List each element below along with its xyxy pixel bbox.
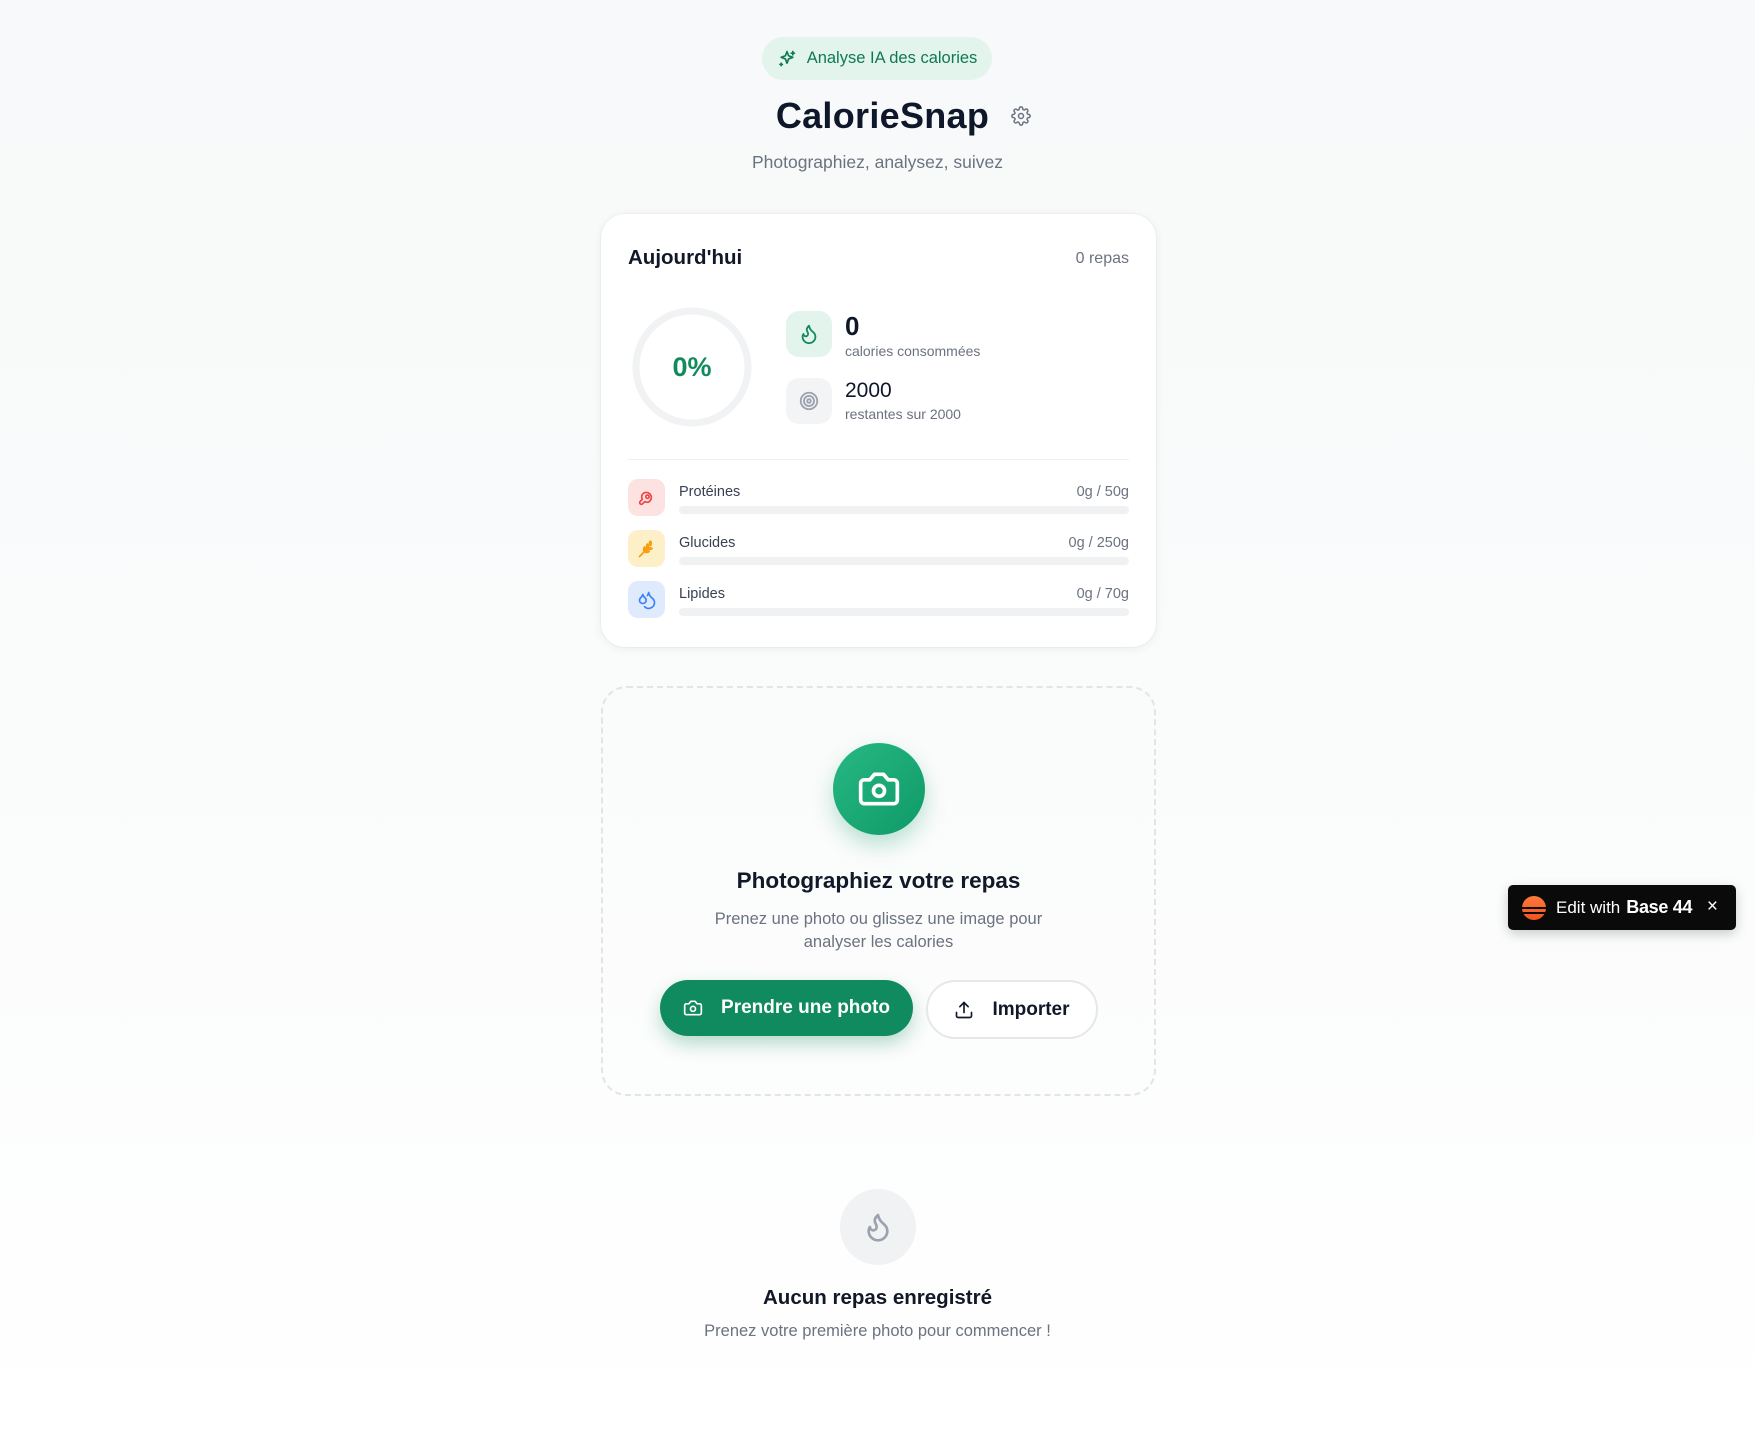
empty-state-title: Aucun repas enregistré bbox=[763, 1286, 992, 1309]
title-row: CalorieSnap bbox=[0, 95, 1755, 137]
base44-logo-icon bbox=[1522, 895, 1546, 920]
meat-icon bbox=[628, 479, 665, 516]
page: Analyse IA des calories CalorieSnap Phot… bbox=[0, 0, 1755, 1434]
droplets-icon bbox=[628, 581, 665, 618]
remaining-label: restantes sur 2000 bbox=[845, 406, 961, 422]
macro-value: 0g / 70g bbox=[1076, 586, 1129, 602]
macro-row-proteins: Protéines 0g / 50g bbox=[628, 479, 1129, 517]
consumed-stat: 0 calories consommées bbox=[786, 311, 981, 359]
meals-count: 0 repas bbox=[1075, 250, 1129, 267]
ai-analysis-badge-label: Analyse IA des calories bbox=[806, 49, 978, 67]
upload-title: Photographiez votre repas bbox=[736, 868, 1021, 893]
take-photo-label: Prendre une photo bbox=[721, 997, 890, 1018]
sparkles-icon bbox=[778, 50, 796, 66]
upload-icon bbox=[956, 1001, 973, 1018]
base44-brand: Base 44 bbox=[1626, 897, 1693, 917]
ai-analysis-badge: Analyse IA des calories bbox=[762, 37, 992, 80]
calorie-progress-label: 0% bbox=[672, 351, 712, 382]
import-button[interactable]: Importer bbox=[926, 980, 1098, 1039]
macro-name: Lipides bbox=[679, 586, 725, 602]
macro-name: Glucides bbox=[679, 535, 736, 551]
remaining-value: 2000 bbox=[845, 379, 892, 402]
empty-state-subtitle: Prenez votre première photo pour commenc… bbox=[704, 1322, 1051, 1340]
empty-flame-icon bbox=[840, 1189, 916, 1265]
app-subtitle: Photographiez, analysez, suivez bbox=[752, 152, 1003, 172]
macro-progress-bar bbox=[679, 608, 1129, 616]
divider bbox=[628, 459, 1129, 460]
today-title: Aujourd'hui bbox=[628, 246, 743, 269]
app-title: CalorieSnap bbox=[775, 95, 990, 136]
macro-row-carbs: Glucides 0g / 250g bbox=[628, 530, 1129, 568]
take-photo-button[interactable]: Prendre une photo bbox=[660, 980, 913, 1036]
remaining-stat: 2000 restantes sur 2000 bbox=[786, 378, 961, 424]
close-icon[interactable]: × bbox=[1707, 896, 1718, 918]
settings-gear-icon[interactable] bbox=[1011, 106, 1032, 126]
camera-icon bbox=[833, 743, 925, 835]
upload-description: Prenez une photo ou glissez une image po… bbox=[714, 910, 1043, 951]
macro-name: Protéines bbox=[679, 484, 741, 500]
today-summary-card: Aujourd'hui 0 repas 0% 0 calories consom… bbox=[601, 214, 1156, 647]
remaining-text: 2000 restantes sur 2000 bbox=[845, 378, 961, 424]
consumed-text: 0 calories consommées bbox=[845, 311, 981, 359]
macro-value: 0g / 50g bbox=[1076, 484, 1129, 500]
base44-text: Edit with bbox=[1556, 897, 1621, 917]
flame-icon bbox=[786, 311, 832, 357]
macro-progress-bar bbox=[679, 557, 1129, 565]
macro-value: 0g / 250g bbox=[1068, 535, 1129, 551]
camera-icon bbox=[683, 1000, 703, 1016]
import-label: Importer bbox=[992, 998, 1070, 1020]
macro-row-fats: Lipides 0g / 70g bbox=[628, 581, 1129, 619]
target-icon bbox=[786, 378, 832, 424]
wheat-icon bbox=[628, 530, 665, 567]
edit-with-base44-button[interactable]: Edit with Base 44 × bbox=[1508, 885, 1736, 930]
macro-progress-bar bbox=[679, 506, 1129, 514]
photo-upload-dropzone[interactable]: Photographiez votre repas Prenez une pho… bbox=[601, 686, 1156, 1096]
consumed-value: 0 bbox=[845, 311, 860, 341]
consumed-label: calories consommées bbox=[845, 343, 981, 359]
